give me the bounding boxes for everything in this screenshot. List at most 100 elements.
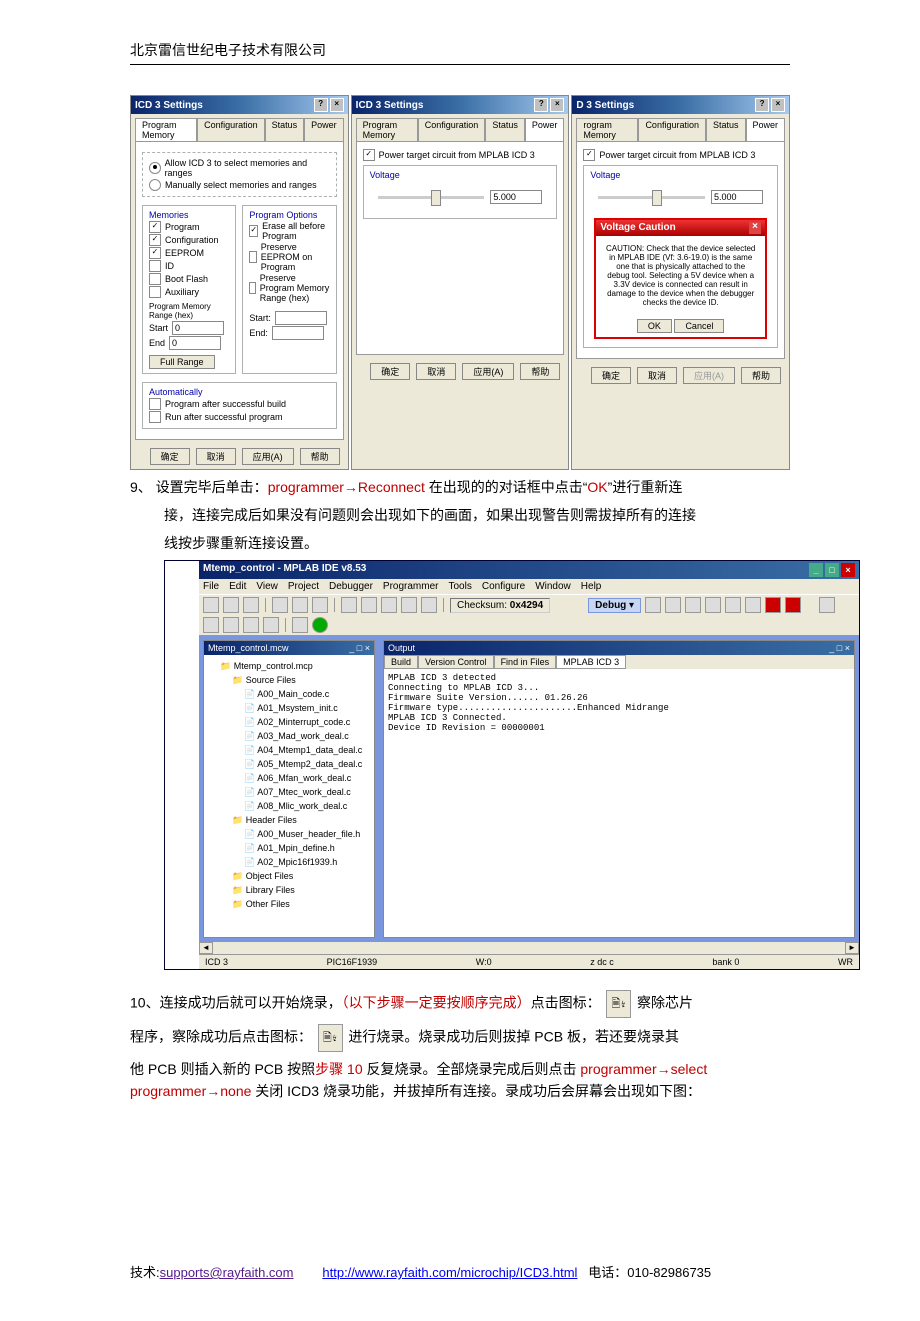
po-end-input[interactable] xyxy=(272,326,324,340)
chk-auto-run[interactable] xyxy=(149,411,161,423)
chk-id[interactable] xyxy=(149,260,161,272)
out-tab-icd3[interactable]: MPLAB ICD 3 xyxy=(556,655,626,669)
help-button[interactable]: 帮助 xyxy=(300,448,340,465)
read-icon[interactable] xyxy=(203,617,219,633)
apply-button[interactable]: 应用(A) xyxy=(462,363,514,380)
product-url-link[interactable]: http://www.rayfaith.com/microchip/ICD3.h… xyxy=(322,1265,577,1280)
tab-program-memory[interactable]: Program Memory xyxy=(135,118,197,141)
scroll-left-icon[interactable]: ◄ xyxy=(199,942,213,954)
tb-icon[interactable] xyxy=(745,597,761,613)
mode-select[interactable]: Debug ▾ xyxy=(588,598,641,613)
program-icon[interactable] xyxy=(819,597,835,613)
voltage-input[interactable] xyxy=(711,190,763,204)
tab-power[interactable]: Power xyxy=(304,118,344,141)
out-tab-build[interactable]: Build xyxy=(384,655,418,669)
radio-auto-select[interactable] xyxy=(149,162,161,174)
cancel-button[interactable]: 取消 xyxy=(637,367,677,384)
chk-aux[interactable] xyxy=(149,286,161,298)
find-icon[interactable] xyxy=(361,597,377,613)
menu-view[interactable]: View xyxy=(256,581,278,592)
tab-status[interactable]: Status xyxy=(265,118,305,141)
help-icon[interactable] xyxy=(421,597,437,613)
tb-icon[interactable] xyxy=(705,597,721,613)
print-icon[interactable] xyxy=(341,597,357,613)
blank-check-icon[interactable] xyxy=(263,617,279,633)
chk-program[interactable] xyxy=(149,221,161,233)
warn-cancel-button[interactable]: Cancel xyxy=(674,319,724,333)
output-close-icon[interactable]: _ □ × xyxy=(829,643,850,653)
support-email-link[interactable]: supports@rayfaith.com xyxy=(160,1265,294,1280)
run-icon[interactable] xyxy=(312,617,328,633)
radio-manual-select[interactable] xyxy=(149,179,161,191)
tb-icon[interactable] xyxy=(665,597,681,613)
chk-config[interactable] xyxy=(149,234,161,246)
src-file[interactable]: A08_Mlic_work_deal.c xyxy=(208,799,370,813)
build-icon[interactable] xyxy=(381,597,397,613)
src-file[interactable]: A07_Mtec_work_deal.c xyxy=(208,785,370,799)
cancel-button[interactable]: 取消 xyxy=(196,448,236,465)
close-icon[interactable]: × xyxy=(550,98,564,112)
tab-program-memory[interactable]: Program Memory xyxy=(356,118,418,141)
tb-icon[interactable] xyxy=(645,597,661,613)
hdr-file[interactable]: A01_Mpin_define.h xyxy=(208,841,370,855)
object-files-folder[interactable]: Object Files xyxy=(208,869,370,883)
library-files-folder[interactable]: Library Files xyxy=(208,883,370,897)
chk-preserve-pm[interactable] xyxy=(249,282,255,294)
tree-close-icon[interactable]: _ □ × xyxy=(349,643,370,653)
close-icon[interactable]: × xyxy=(749,222,761,234)
voltage-slider[interactable] xyxy=(598,196,705,199)
start-input[interactable] xyxy=(172,321,224,335)
chk-power-target[interactable] xyxy=(363,149,375,161)
chk-preserve-ee[interactable] xyxy=(249,251,256,263)
project-node[interactable]: Mtemp_control.mcp xyxy=(208,659,370,673)
tab-status[interactable]: Status xyxy=(485,118,525,141)
chk-erase[interactable] xyxy=(249,225,258,237)
header-files-folder[interactable]: Header Files xyxy=(208,813,370,827)
tab-power[interactable]: Power xyxy=(746,118,786,141)
full-range-button[interactable]: Full Range xyxy=(149,355,215,369)
verify-icon[interactable] xyxy=(223,617,239,633)
chk-eeprom[interactable] xyxy=(149,247,161,259)
src-file[interactable]: A00_Main_code.c xyxy=(208,687,370,701)
hdr-file[interactable]: A02_Mpic16f1939.h xyxy=(208,855,370,869)
menu-configure[interactable]: Configure xyxy=(482,581,525,592)
help-button[interactable]: 帮助 xyxy=(520,363,560,380)
ok-button[interactable]: 确定 xyxy=(370,363,410,380)
tb-icon[interactable] xyxy=(765,597,781,613)
warn-ok-button[interactable]: OK xyxy=(637,319,672,333)
close-icon[interactable]: × xyxy=(330,98,344,112)
menu-debugger[interactable]: Debugger xyxy=(329,581,373,592)
menu-file[interactable]: File xyxy=(203,581,219,592)
release-reset-icon[interactable] xyxy=(292,617,308,633)
ok-button[interactable]: 确定 xyxy=(150,448,190,465)
scroll-right-icon[interactable]: ► xyxy=(845,942,859,954)
new-icon[interactable] xyxy=(203,597,219,613)
src-file[interactable]: A01_Msystem_init.c xyxy=(208,701,370,715)
apply-button[interactable]: 应用(A) xyxy=(242,448,294,465)
voltage-slider[interactable] xyxy=(378,196,485,199)
menu-window[interactable]: Window xyxy=(535,581,571,592)
tab-configuration[interactable]: Configuration xyxy=(638,118,706,141)
chk-auto-prog[interactable] xyxy=(149,398,161,410)
cancel-button[interactable]: 取消 xyxy=(416,363,456,380)
menu-programmer[interactable]: Programmer xyxy=(383,581,439,592)
src-file[interactable]: A02_Minterrupt_code.c xyxy=(208,715,370,729)
out-tab-vcs[interactable]: Version Control xyxy=(418,655,494,669)
help-icon[interactable]: ? xyxy=(534,98,548,112)
close-icon[interactable]: × xyxy=(841,563,855,577)
voltage-input[interactable] xyxy=(490,190,542,204)
source-files-folder[interactable]: Source Files xyxy=(208,673,370,687)
tab-configuration[interactable]: Configuration xyxy=(197,118,265,141)
tab-power[interactable]: Power xyxy=(525,118,565,141)
help-button[interactable]: 帮助 xyxy=(741,367,781,384)
src-file[interactable]: A06_Mfan_work_deal.c xyxy=(208,771,370,785)
save-icon[interactable] xyxy=(243,597,259,613)
tb-icon[interactable] xyxy=(725,597,741,613)
minimize-icon[interactable]: _ xyxy=(809,563,823,577)
other-files-folder[interactable]: Other Files xyxy=(208,897,370,911)
hdr-file[interactable]: A00_Muser_header_file.h xyxy=(208,827,370,841)
tb-icon[interactable] xyxy=(685,597,701,613)
copy-icon[interactable] xyxy=(292,597,308,613)
menu-tools[interactable]: Tools xyxy=(448,581,471,592)
ok-button[interactable]: 确定 xyxy=(591,367,631,384)
